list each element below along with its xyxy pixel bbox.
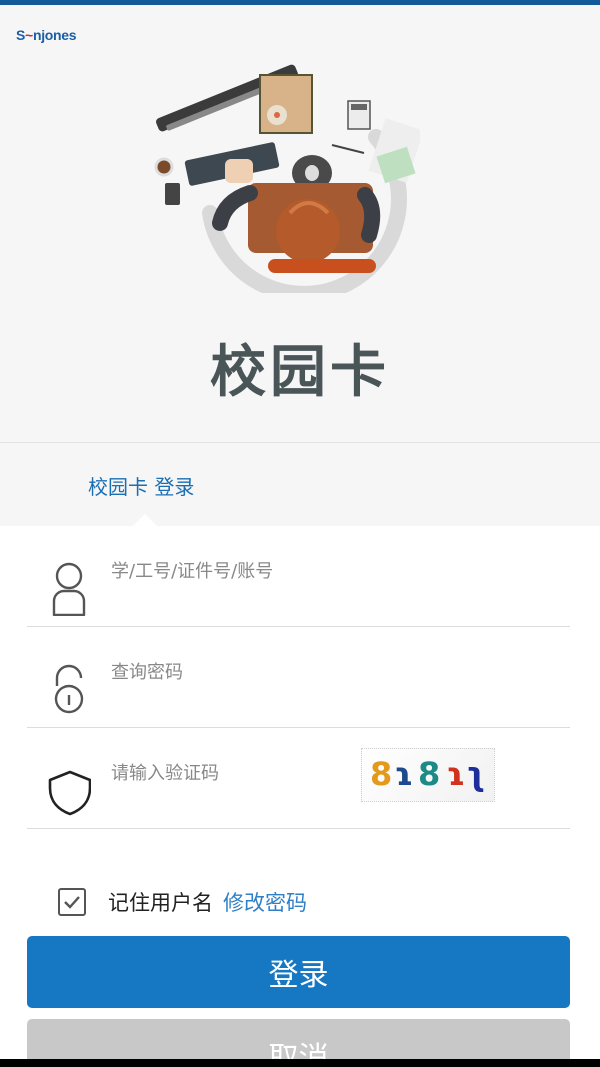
brand-logo: S~njones (16, 27, 77, 43)
change-password-link[interactable]: 修改密码 (223, 887, 307, 917)
password-input[interactable] (111, 647, 471, 697)
captcha-char: ɿ (446, 755, 466, 793)
login-tab-strip: 校园卡 登录 (0, 442, 600, 527)
captcha-char: ɿ (394, 755, 414, 793)
remember-label: 记住用户名 (108, 891, 213, 915)
username-input[interactable] (111, 546, 471, 596)
password-row (27, 627, 570, 728)
app-title: 校园卡 (210, 339, 390, 405)
check-icon (64, 896, 80, 909)
system-nav-bar (0, 1059, 600, 1067)
lock-icon (54, 664, 84, 714)
remember-row: 记住用户名 修改密码 (58, 886, 307, 918)
captcha-char: 8 (418, 755, 441, 793)
user-icon (52, 562, 86, 616)
desk-illustration (154, 64, 420, 293)
captcha-image[interactable]: 8 ɿ 8 ɿ ʅ (361, 748, 495, 802)
hero-banner: S~njones 校园卡 (0, 5, 600, 442)
username-row (27, 526, 570, 627)
shield-icon (48, 770, 91, 816)
captcha-input[interactable] (111, 748, 351, 798)
captcha-row: 8 ɿ 8 ɿ ʅ (27, 728, 570, 829)
tab-campus-card-login[interactable]: 校园卡 登录 (88, 471, 194, 500)
captcha-char: ʅ (466, 755, 486, 793)
remember-checkbox[interactable] (58, 888, 86, 916)
captcha-char: 8 (370, 755, 393, 793)
login-button[interactable]: 登录 (27, 936, 570, 1008)
login-form: 8 ɿ 8 ɿ ʅ 记住用户名 修改密码 登录 取消 (0, 526, 600, 1067)
